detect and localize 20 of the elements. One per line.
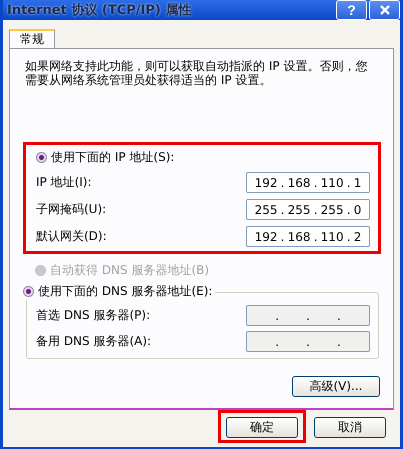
field-label: 备用 DNS 服务器(A): xyxy=(36,333,152,350)
field-label: 默认网关(D): xyxy=(36,228,107,245)
ip-address-field[interactable]: 192 . 168 . 110 . 1 xyxy=(246,172,370,193)
ip-address-field[interactable]: . . . xyxy=(246,331,370,352)
field-label: 首选 DNS 服务器(P): xyxy=(36,307,150,324)
dialog-button[interactable]: 确定 xyxy=(226,417,298,438)
field-label: 子网掩码(U): xyxy=(36,201,106,218)
close-button[interactable] xyxy=(369,0,400,20)
ip-address-field[interactable]: 255 . 255 . 255 . 0 xyxy=(246,199,370,220)
field-label: IP 地址(I): xyxy=(36,174,92,191)
dialog-button[interactable]: 取消 xyxy=(314,417,386,438)
close-icon xyxy=(378,4,390,16)
tab[interactable]: 常规 xyxy=(9,29,55,48)
advanced-button[interactable]: 高级(V)... xyxy=(292,376,380,397)
ip-address-field[interactable]: 192 . 168 . 110 . 2 xyxy=(246,226,370,247)
radio-button[interactable]: 使用下面的 IP 地址(S): xyxy=(36,149,370,166)
description-text: 如果网络支持此功能，则可以获取自动指派的 IP 设置。否则，您需要从网络系统管理员处获得适当的 IP 设置。 xyxy=(25,59,368,87)
window-title: Internet 协议 (TCP/IP) 属性 xyxy=(7,2,192,19)
ip-address-field[interactable]: . . . xyxy=(246,305,370,326)
help-button[interactable]: ? xyxy=(336,0,367,20)
